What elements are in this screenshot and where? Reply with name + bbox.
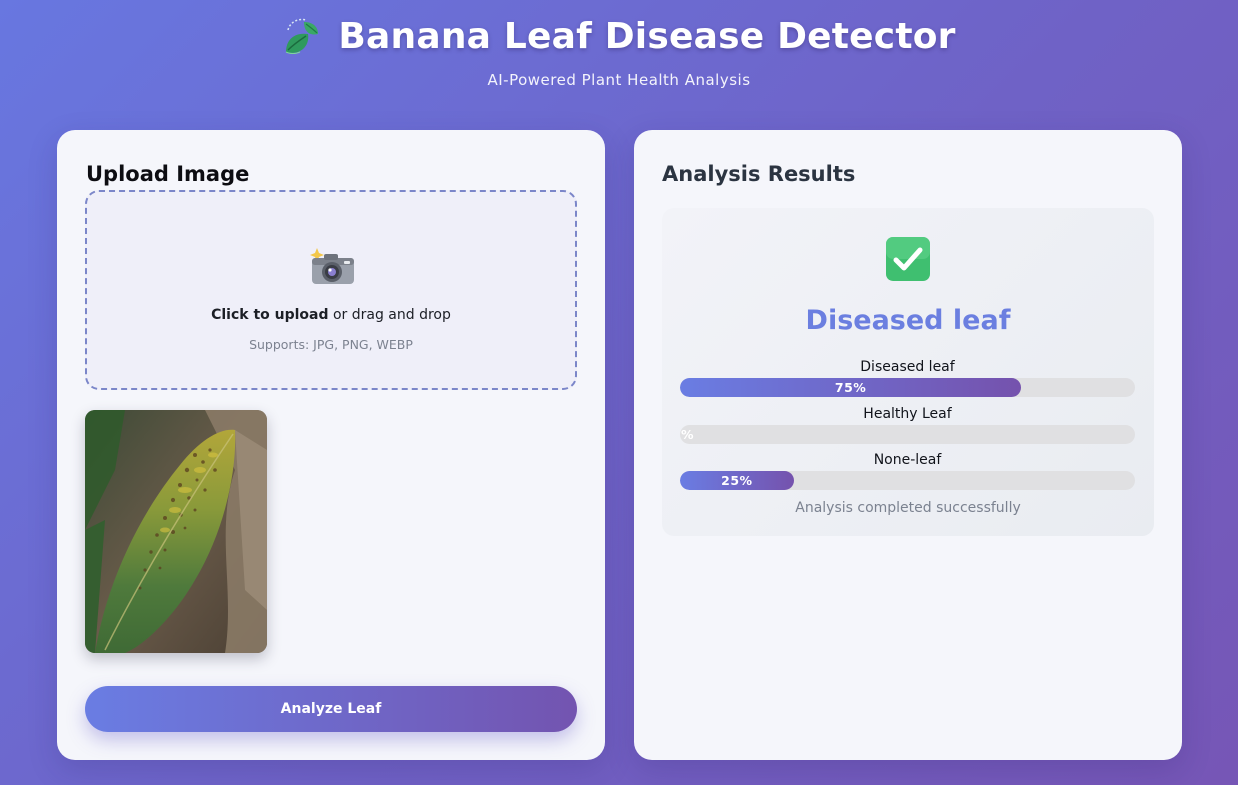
upload-instructions: Click to upload or drag and drop xyxy=(87,307,575,323)
bar-percent: % xyxy=(681,427,695,442)
check-icon xyxy=(886,237,930,281)
probability-bar-healthy: Healthy Leaf % xyxy=(680,405,1135,444)
bar-label: Diseased leaf xyxy=(860,359,955,375)
upload-title: Upload Image xyxy=(86,162,250,186)
bar-label: None-leaf xyxy=(873,452,942,468)
analyze-leaf-button[interactable]: Analyze Leaf xyxy=(85,686,577,732)
drag-drop-text: or drag and drop xyxy=(328,307,451,323)
leaf-icon xyxy=(286,18,319,54)
probability-bar-diseased: Diseased leaf 75% xyxy=(680,358,1135,397)
image-preview xyxy=(85,410,267,653)
upload-card: Upload Image Click to upload or drag and… xyxy=(57,130,605,760)
bar-track: % xyxy=(680,425,1135,444)
bar-label: Healthy Leaf xyxy=(863,406,952,422)
bar-track: 25% xyxy=(680,471,1135,490)
probability-bar-none-leaf: None-leaf 25% xyxy=(680,451,1135,490)
camera-icon xyxy=(310,248,354,284)
bar-track: 75% xyxy=(680,378,1135,397)
supported-formats: Supports: JPG, PNG, WEBP xyxy=(249,337,413,352)
bar-percent: 25% xyxy=(721,473,753,488)
banana-leaf-image xyxy=(85,410,267,653)
page-subtitle: AI-Powered Plant Health Analysis xyxy=(487,71,751,89)
title-row: Banana Leaf Disease Detector xyxy=(0,14,1238,58)
results-title: Analysis Results xyxy=(662,162,856,186)
click-to-upload-text[interactable]: Click to upload xyxy=(211,307,328,323)
page-title: Banana Leaf Disease Detector xyxy=(338,15,956,57)
upload-dropzone[interactable]: Click to upload or drag and drop Support… xyxy=(85,190,577,390)
prediction-label: Diseased leaf xyxy=(805,305,1011,336)
bar-fill: 75% xyxy=(680,378,1022,397)
analysis-status: Analysis completed successfully xyxy=(795,500,1021,516)
result-panel: Diseased leaf Diseased leaf 75% Healthy … xyxy=(662,208,1154,536)
bar-percent: 75% xyxy=(834,380,867,395)
results-card: Analysis Results Diseased leaf Diseased … xyxy=(634,130,1182,760)
bar-fill: 25% xyxy=(680,471,794,490)
